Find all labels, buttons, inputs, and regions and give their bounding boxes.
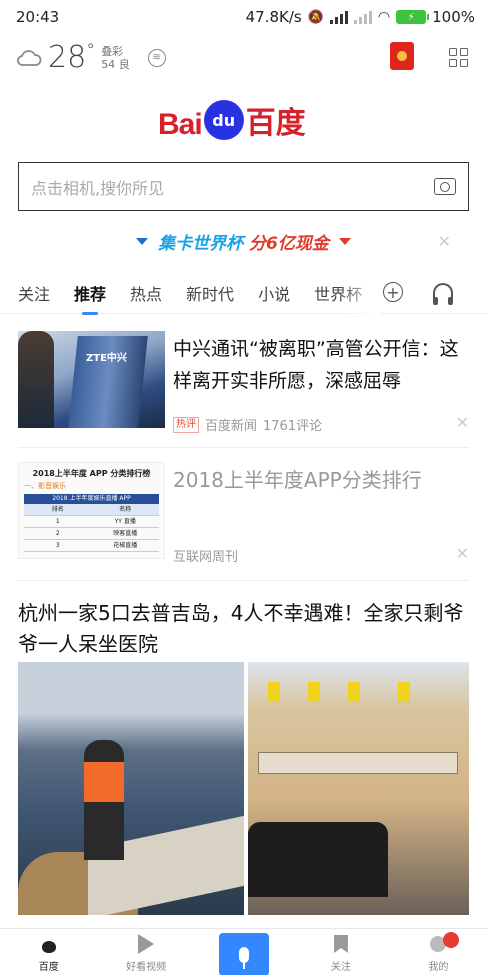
search-box[interactable]: 点击相机,搜你所见 (18, 162, 469, 211)
baidu-logo: Bai du 百度 (158, 86, 330, 142)
news-thumbnail: 2018上半年度 APP 分类排行榜 一、影音娱乐 2018 上半年度娱乐直播 … (18, 462, 165, 559)
battery-icon: ⚡ (396, 10, 430, 24)
play-icon (135, 933, 157, 955)
news-title[interactable]: 杭州一家5口去普吉岛，4人不幸遇难！全家只剩爷爷一人呆坐医院 (18, 598, 469, 660)
weather-widget[interactable]: 28° 叠彩 54 良 ≋ (16, 40, 166, 75)
news-item[interactable]: ZTE中兴 中兴通讯“被离职”高管公开信：这样离开实非所愿，深感屈辱 热评 百度… (18, 331, 469, 441)
red-packet-icon[interactable] (390, 42, 414, 70)
nav-home[interactable]: 百度 (0, 929, 97, 975)
banner-highlight: 分6亿现金 (249, 233, 329, 254)
signal-icon-secondary (353, 10, 372, 24)
nav-video[interactable]: 好看视频 (97, 929, 194, 975)
bookmark-icon (330, 933, 352, 955)
temperature: 28° (48, 40, 96, 75)
tab-novel[interactable]: 小说 (258, 281, 290, 305)
camera-icon[interactable] (434, 178, 456, 195)
paw-icon (38, 933, 60, 955)
dismiss-icon[interactable]: ✕ (456, 544, 469, 563)
battery-percent: 100% (432, 8, 475, 26)
signal-icon (329, 10, 348, 24)
thumbnail-logo-text: ZTE中兴 (86, 353, 127, 364)
hot-comment-tag: 热评 (173, 416, 199, 433)
air-quality-icon[interactable]: ≋ (147, 48, 166, 67)
add-channel-icon[interactable]: + (383, 282, 403, 302)
microphone-icon (238, 946, 249, 969)
dismiss-icon[interactable]: ✕ (456, 413, 469, 432)
tab-hot[interactable]: 热点 (130, 281, 162, 305)
triangle-decoration-icon (338, 237, 351, 245)
tab-recommend[interactable]: 推荐 (74, 281, 106, 315)
network-speed: 47.8K/s (245, 8, 302, 26)
news-image[interactable] (18, 662, 244, 915)
nav-voice-search[interactable] (195, 929, 292, 975)
nav-profile[interactable]: 我的 (390, 929, 487, 975)
news-source: 互联网周刊 (173, 550, 239, 565)
tabs-fade (340, 272, 380, 314)
news-source: 百度新闻 (205, 419, 258, 434)
weather-details: 叠彩 54 良 (101, 45, 130, 71)
status-indicators: 47.8K/s 🔕 ◠ ⚡ 100% (246, 8, 475, 26)
comment-count: 1761评论 (263, 419, 323, 434)
divider (18, 580, 469, 581)
air-quality: 54 良 (101, 57, 130, 71)
wifi-icon: ◠ (377, 9, 391, 25)
headphones-icon[interactable] (433, 283, 453, 305)
news-thumbnail: ZTE中兴 (18, 331, 165, 428)
grid-menu-icon[interactable] (449, 48, 468, 67)
banner-title: 集卡世界杯 (158, 233, 250, 254)
news-meta: 热评 百度新闻 1761评论 (173, 415, 322, 434)
bottom-nav: 百度 好看视频 关注 我的 (0, 928, 487, 975)
mute-icon: 🔕 (307, 9, 324, 25)
tab-follow[interactable]: 关注 (18, 281, 50, 305)
weather-location: 叠彩 (101, 44, 124, 58)
news-title[interactable]: 2018上半年度APP分类排行 (173, 464, 422, 493)
voice-search-button[interactable] (218, 933, 269, 975)
status-bar: 20:43 47.8K/s 🔕 ◠ ⚡ 100% (0, 0, 487, 34)
notification-badge (443, 932, 460, 948)
news-item[interactable]: 2018上半年度 APP 分类排行榜 一、影音娱乐 2018 上半年度娱乐直播 … (18, 462, 469, 572)
promo-banner[interactable]: 集卡世界杯 分6亿现金 ✕ (0, 226, 487, 256)
paw-logo-icon: du (203, 100, 244, 140)
status-time: 20:43 (16, 8, 60, 26)
cloud-icon (17, 49, 42, 66)
close-icon[interactable]: ✕ (438, 232, 451, 251)
search-input[interactable]: 点击相机,搜你所见 (31, 175, 434, 199)
triangle-decoration-icon (136, 237, 149, 245)
news-image[interactable] (248, 662, 469, 915)
news-title[interactable]: 中兴通讯“被离职”高管公开信：这样离开实非所愿，深感屈辱 (173, 333, 469, 397)
nav-follow[interactable]: 关注 (292, 929, 389, 975)
divider (18, 447, 469, 448)
channel-tabs: 关注 推荐 热点 新时代 小说 世界杯 (0, 272, 487, 315)
tab-new-era[interactable]: 新时代 (186, 281, 234, 305)
